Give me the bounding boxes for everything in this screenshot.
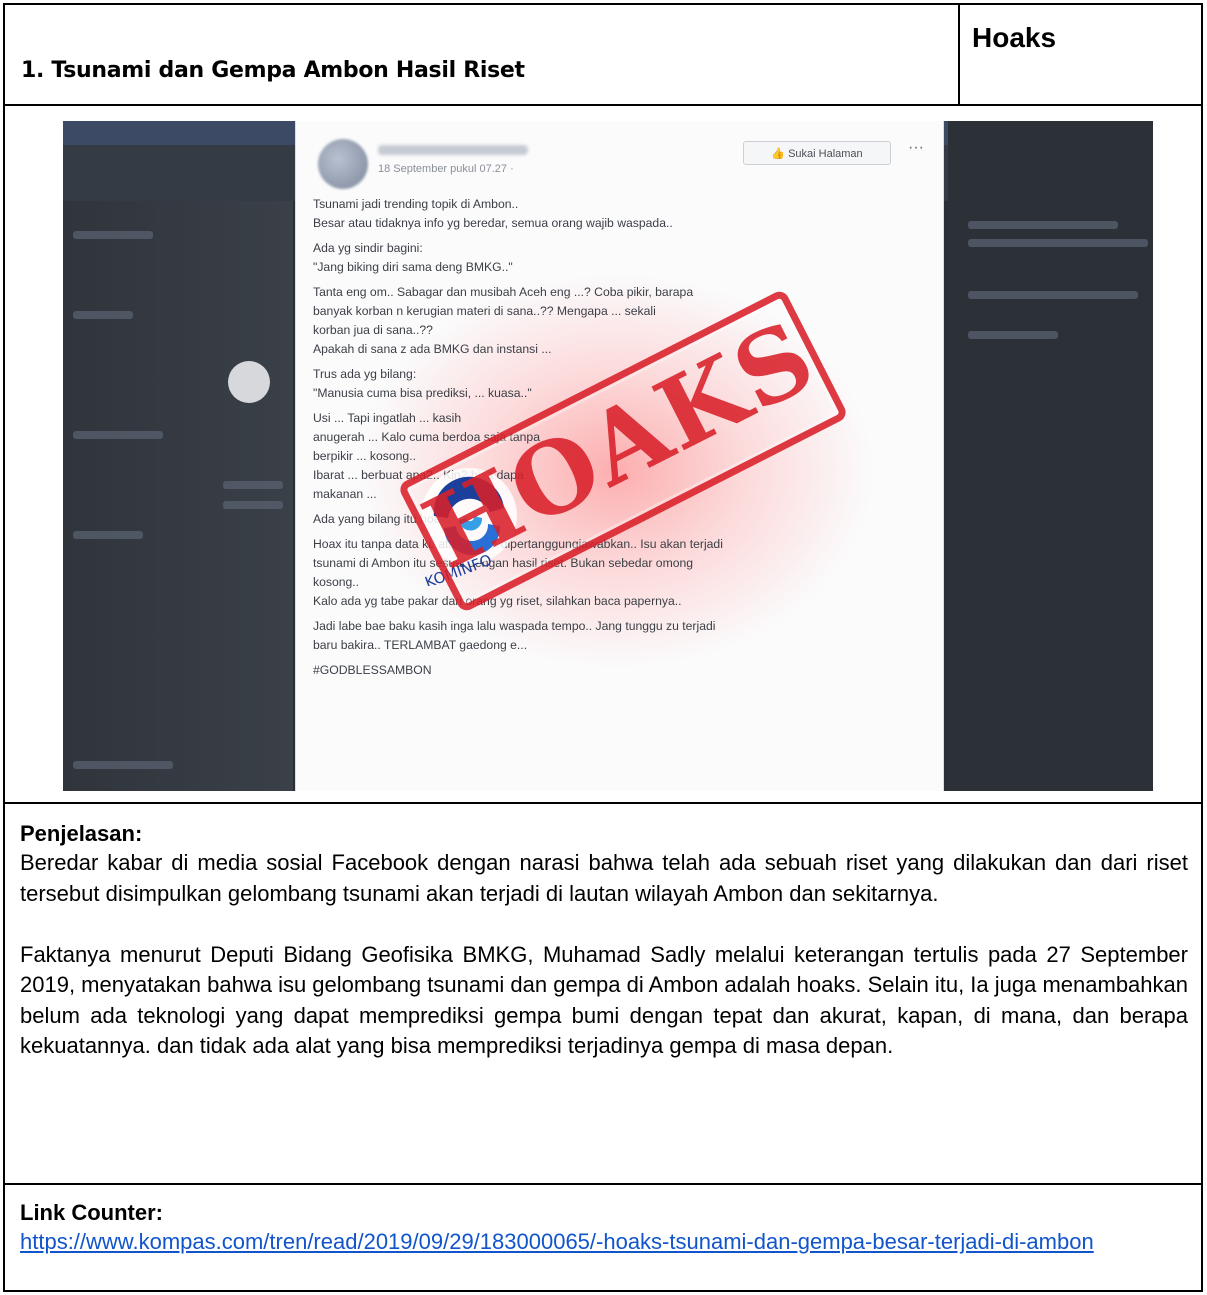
title-cell: 1. Tsunami dan Gempa Ambon Hasil Riset [5, 5, 960, 104]
explanation-paragraph: Faktanya menurut Deputi Bidang Geofisika… [20, 941, 1188, 1059]
right-sidebar-blur [948, 121, 1153, 791]
counter-link[interactable]: https://www.kompas.com/tren/read/2019/09… [20, 1227, 1188, 1257]
link-counter-row: Link Counter: https://www.kompas.com/tre… [5, 1185, 1201, 1290]
author-avatar [318, 139, 368, 189]
verdict-cell: Hoaks [960, 5, 1201, 104]
post-hashtag: #GODBLESSAMBON [313, 663, 432, 677]
facebook-post: 18 September pukul 07.27 · 👍 Sukai Halam… [295, 121, 944, 791]
hoax-report-table: 1. Tsunami dan Gempa Ambon Hasil Riset H… [3, 3, 1203, 1292]
post-date: 18 September pukul 07.27 · [378, 163, 514, 175]
like-page-label: Sukai Halaman [788, 148, 863, 160]
explanation-text: Beredar kabar di media sosial Facebook d… [20, 848, 1188, 1062]
facebook-post-screenshot: 18 September pukul 07.27 · 👍 Sukai Halam… [63, 121, 1153, 791]
author-name-blurred [378, 145, 528, 155]
post-paragraph: Tsunami jadi trending topik di Ambon.. B… [313, 197, 673, 230]
evidence-row: 18 September pukul 07.27 · 👍 Sukai Halam… [5, 106, 1201, 804]
more-options-icon: ··· [908, 139, 924, 156]
explanation-heading: Penjelasan: [20, 821, 143, 846]
explanation-paragraph: Beredar kabar di media sosial Facebook d… [20, 850, 1188, 906]
verdict-label: Hoaks [972, 22, 1057, 53]
post-paragraph: Jadi labe bae baku kasih inga lalu waspa… [313, 619, 716, 652]
post-paragraph: Tanta eng om.. Sabagar dan musibah Aceh … [313, 285, 694, 356]
left-sidebar-blur [63, 201, 293, 791]
header-row: 1. Tsunami dan Gempa Ambon Hasil Riset H… [5, 5, 1201, 106]
link-counter-heading: Link Counter: [20, 1200, 163, 1225]
sidebar-avatar [228, 361, 270, 403]
like-page-button: 👍 Sukai Halaman [743, 141, 891, 165]
explanation-row: Penjelasan: Beredar kabar di media sosia… [5, 804, 1201, 1185]
thumbs-up-icon: 👍 [771, 148, 789, 160]
post-paragraph: Ada yg sindir bagini: "Jang biking diri … [313, 241, 513, 274]
report-title: 1. Tsunami dan Gempa Ambon Hasil Riset [21, 58, 525, 83]
